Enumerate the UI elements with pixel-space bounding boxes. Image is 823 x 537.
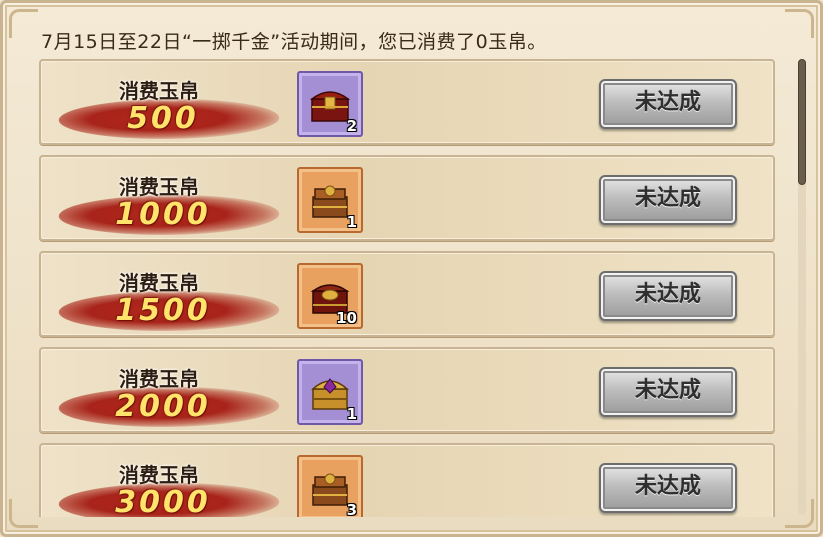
reward-item-slot[interactable]: 2	[297, 71, 363, 137]
reward-row: 消费玉帛 500 2 未达成	[39, 59, 775, 145]
reward-row: 消费玉帛 1000 1 未达成	[39, 155, 775, 241]
purple-treasure-chest-icon	[310, 91, 350, 122]
scrollbar-thumb[interactable]	[798, 59, 806, 185]
consume-amount: 500	[127, 101, 199, 136]
orange-treasure-chest-icon	[312, 473, 348, 506]
consume-amount: 3000	[115, 485, 211, 517]
scrollbar-track[interactable]	[798, 59, 806, 515]
reward-row: 消费玉帛 3000 3 未达成	[39, 443, 775, 517]
reward-item-slot[interactable]: 10	[297, 263, 363, 329]
reward-item-slot[interactable]: 1	[297, 359, 363, 425]
not-achieved-button[interactable]: 未达成	[599, 175, 737, 225]
consume-amount: 2000	[115, 389, 211, 424]
not-achieved-button[interactable]: 未达成	[599, 79, 737, 129]
reward-item-slot[interactable]: 1	[297, 167, 363, 233]
reward-item-slot[interactable]: 3	[297, 455, 363, 517]
orange-treasure-chest-icon	[312, 185, 348, 218]
consume-amount: 1500	[115, 293, 211, 328]
frame-corner-ornament	[9, 499, 38, 528]
consume-label: 消费玉帛	[119, 79, 199, 103]
not-achieved-button[interactable]: 未达成	[599, 271, 737, 321]
reward-row: 消费玉帛 1500 10 未达成	[39, 251, 775, 337]
consume-amount: 1000	[115, 197, 211, 232]
item-count: 2	[346, 117, 357, 135]
golden-treasure-chest-icon	[311, 378, 349, 410]
activity-info-text: 7月15日至22日“一掷千金”活动期间，您已消费了0玉帛。	[41, 31, 547, 53]
consume-label: 消费玉帛	[119, 271, 199, 295]
reward-row: 消费玉帛 2000 1 未达成	[39, 347, 775, 433]
reward-panel: 7月15日至22日“一掷千金”活动期间，您已消费了0玉帛。 消费玉帛 500 2…	[0, 0, 823, 537]
item-count: 1	[346, 213, 357, 231]
not-achieved-button[interactable]: 未达成	[599, 463, 737, 513]
item-count: 3	[346, 501, 357, 517]
frame-corner-ornament	[785, 9, 814, 38]
reward-list: 消费玉帛 500 2 未达成 消费玉帛 1000 1 未达成 消费玉帛 1500…	[39, 59, 779, 517]
consume-label: 消费玉帛	[119, 463, 199, 487]
consume-label: 消费玉帛	[119, 175, 199, 199]
item-count: 10	[336, 309, 357, 327]
not-achieved-button[interactable]: 未达成	[599, 367, 737, 417]
frame-corner-ornament	[9, 9, 38, 38]
item-count: 1	[346, 405, 357, 423]
consume-label: 消费玉帛	[119, 367, 199, 391]
